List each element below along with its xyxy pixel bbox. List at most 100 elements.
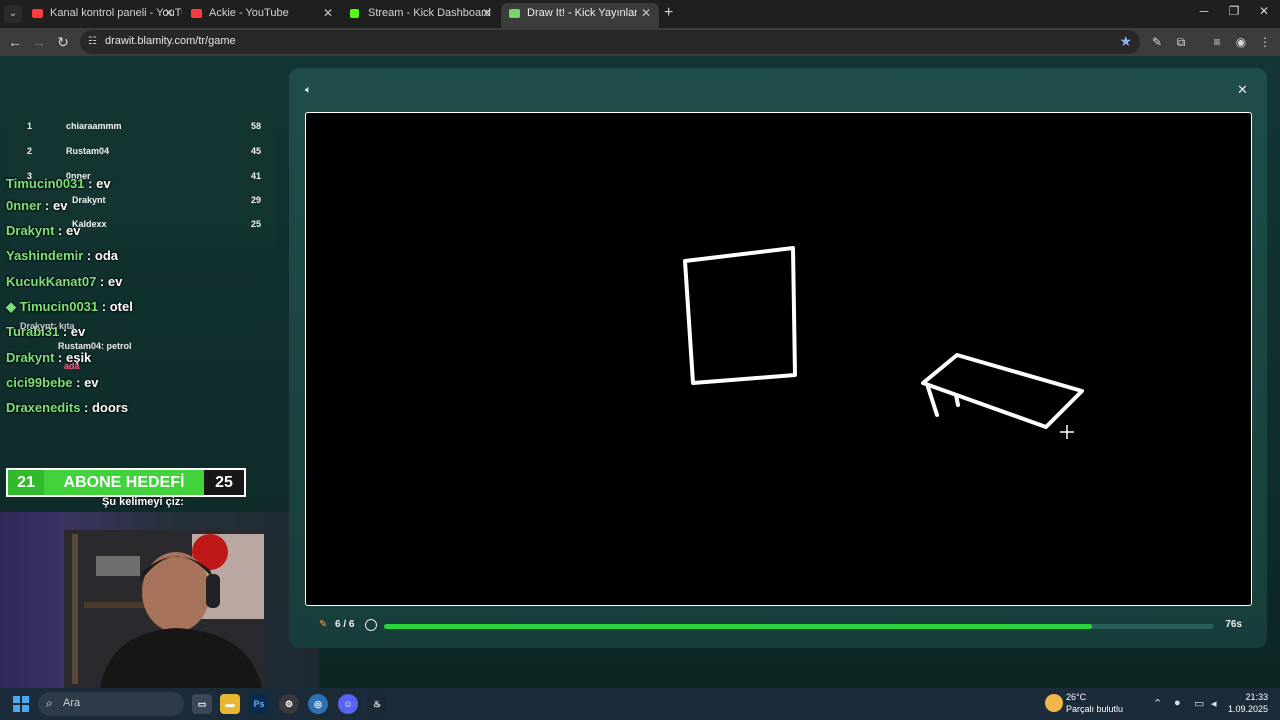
file-explorer-icon[interactable]: ▬ — [220, 694, 240, 714]
chat-username: Timucin0031 — [6, 176, 85, 191]
chat-message: ◆ Timucin0031 : otel — [6, 299, 133, 315]
table-leg-stroke — [926, 385, 939, 417]
rank: 2 — [27, 146, 33, 156]
app-icon[interactable]: ⚙ — [279, 694, 299, 714]
pen-icon[interactable]: ✎ — [1149, 34, 1165, 50]
chat-text: ev — [107, 274, 123, 289]
forward-arrow-icon[interactable]: → — [30, 33, 48, 51]
tab-kick-dashboard[interactable]: Stream - Kick Dashboard ✕ — [342, 3, 500, 28]
subscriber-goal-bar: 21 ABONE HEDEFİ 25 — [6, 468, 246, 497]
chat-text: ev — [84, 375, 99, 390]
drawing-canvas[interactable] — [305, 112, 1252, 606]
task-view-icon[interactable]: ▭ — [192, 694, 212, 714]
weather-temperature: 26°C — [1066, 692, 1087, 702]
tab-search-icon[interactable]: ⌄ — [4, 5, 22, 23]
star-icon[interactable]: ★ — [1119, 33, 1132, 50]
clock-time[interactable]: 21:33 — [1245, 692, 1268, 702]
steam-icon[interactable]: ♨ — [367, 694, 387, 714]
volume-icon[interactable]: ◂ — [1211, 697, 1217, 710]
youtube-icon — [32, 9, 43, 18]
chat-separator: : — [96, 274, 108, 289]
chat-message: cici99bebe : ev — [6, 375, 99, 390]
chat-message: Drakynt : ev — [6, 223, 80, 238]
reading-list-icon[interactable]: ≡ — [1209, 34, 1225, 50]
game-modal: 🔈︎ ✕ ✎ 6 / 6 76s — [289, 68, 1267, 648]
taskbar: ⌕ Ara ▭ ▬ Ps ⚙ ◎ ☺ ♨ 26°C Parçalı bulutl… — [0, 688, 1280, 720]
puzzle-icon[interactable]: ⧉ — [1173, 34, 1189, 50]
chat-separator: : — [80, 400, 92, 415]
close-icon[interactable]: ✕ — [164, 3, 174, 24]
close-icon[interactable]: ✕ — [482, 3, 492, 24]
draw-word-prompt: Şu kelimeyi çiz: — [102, 496, 184, 508]
tab-title: Draw It! - Kick Yayınları İçin Çizi — [527, 7, 637, 19]
site-info-icon[interactable]: ☷ — [88, 36, 100, 48]
chat-separator: : — [83, 248, 95, 263]
timer-progress-fill — [384, 624, 1092, 629]
back-arrow-icon[interactable]: ← — [6, 33, 24, 51]
weather-description: Parçalı bulutlu — [1066, 704, 1124, 714]
drawing — [683, 246, 1084, 439]
taskbar-search[interactable]: ⌕ Ara — [38, 692, 184, 716]
tab-title: Ackie - YouTube — [209, 7, 289, 19]
sub-goal-label: ABONE HEDEFİ — [63, 474, 185, 491]
discord-icon[interactable]: ☺ — [338, 694, 358, 714]
close-icon[interactable]: ✕ — [323, 3, 333, 24]
chat-separator: : — [84, 176, 97, 191]
page-content: 1 chiaraammm 58 2 Rustam04 45 3 0nner 41… — [0, 56, 1280, 688]
chat-username: 0nner — [6, 198, 42, 213]
clock-date[interactable]: 1.09.2025 — [1228, 704, 1268, 714]
youtube-icon — [191, 9, 202, 18]
chrome-icon[interactable]: ◎ — [308, 694, 328, 714]
chat-separator: : — [98, 299, 110, 314]
reload-icon[interactable]: ↻ — [54, 33, 72, 51]
leaderboard-row: 1 chiaraammm 58 — [8, 116, 276, 136]
new-tab-icon[interactable]: + — [664, 5, 678, 21]
door-stroke — [683, 246, 797, 385]
game-footer: ✎ 6 / 6 76s — [305, 616, 1252, 636]
chat-separator: : — [72, 375, 85, 390]
close-icon[interactable]: ✕ — [1237, 82, 1251, 97]
table-top-stroke — [921, 353, 1084, 429]
tab-youtube-ackie[interactable]: Ackie - YouTube ✕ — [183, 3, 341, 28]
tab-youtube-studio[interactable]: Kanal kontrol paneli - YouTube ✕ — [24, 3, 182, 28]
sub-goal-current: 21 — [8, 470, 44, 495]
ghost-chat-message: ada — [64, 361, 80, 371]
minimize-icon[interactable]: ─ — [1194, 4, 1214, 18]
leaderboard-row: 2 Rustam04 45 — [8, 141, 276, 161]
tab-title: Stream - Kick Dashboard — [368, 7, 491, 19]
restore-icon[interactable]: ❐ — [1224, 4, 1244, 18]
chat-username: Drakynt — [6, 223, 55, 238]
address-bar[interactable]: ☷ drawit.blamity.com/tr/game ★ — [80, 30, 1140, 54]
player-name: Rustam04 — [66, 146, 110, 156]
speaker-icon[interactable]: 🔈︎ — [305, 84, 319, 98]
chat-text: oda — [94, 248, 118, 263]
search-icon: ⌕ — [46, 696, 53, 710]
chat-separator: : — [41, 198, 53, 213]
weather-icon[interactable] — [1045, 694, 1063, 712]
timer-seconds: 76s — [1225, 619, 1242, 630]
microphone-icon[interactable]: ● — [1174, 697, 1181, 709]
timer-progress-bar — [384, 624, 1214, 629]
chat-overlay: Timucin0031 : ev 0nner : ev Drakynt : ev… — [0, 176, 280, 430]
close-icon[interactable]: ✕ — [641, 3, 651, 24]
search-placeholder: Ara — [63, 697, 81, 709]
photoshop-icon[interactable]: Ps — [249, 694, 269, 714]
timer-icon — [365, 619, 377, 631]
window-close-icon[interactable]: ✕ — [1254, 4, 1274, 18]
rank: 1 — [27, 121, 33, 131]
url-text[interactable]: drawit.blamity.com/tr/game — [105, 35, 236, 47]
chevron-up-icon[interactable]: ⌃ — [1153, 697, 1162, 710]
profile-icon[interactable]: ◉ — [1233, 34, 1249, 50]
webcam-feed — [0, 512, 319, 688]
tab-draw-it[interactable]: Draw It! - Kick Yayınları İçin Çizi ✕ — [501, 3, 659, 28]
browser-tab-bar: ⌄ Kanal kontrol paneli - YouTube ✕ Ackie… — [0, 0, 1280, 28]
webcam-image — [0, 512, 264, 688]
sub-goal-target: 25 — [204, 470, 244, 495]
chat-text: otel — [109, 299, 133, 314]
chat-username: Timucin0031 — [19, 299, 99, 314]
network-icon[interactable]: ▭ — [1194, 697, 1204, 710]
windows-start-icon[interactable] — [13, 696, 29, 712]
menu-icon[interactable]: ⋮ — [1257, 34, 1273, 50]
ghost-chat-message: Rustam04: petrol — [58, 341, 132, 351]
chat-text: doors — [91, 400, 129, 415]
